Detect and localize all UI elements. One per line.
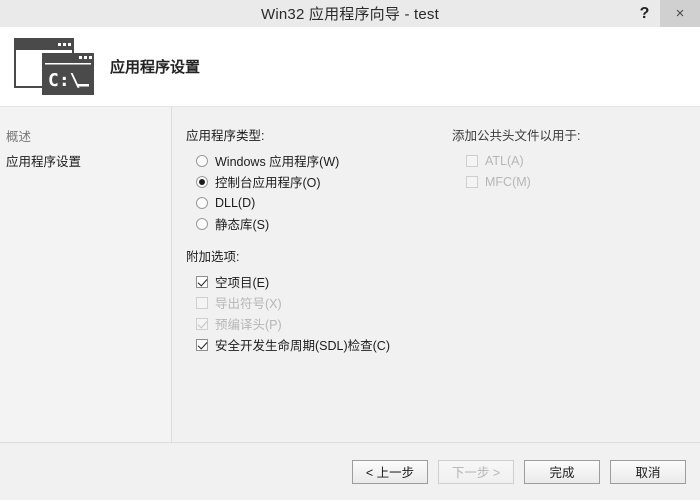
radio-console-application[interactable]: 控制台应用程序(O) xyxy=(196,171,448,192)
sidebar-item-overview[interactable]: 概述 xyxy=(0,125,171,150)
radio-static-library[interactable]: 静态库(S) xyxy=(196,213,448,234)
page-title: 应用程序设置 xyxy=(110,59,201,76)
radio-dll[interactable]: DLL(D) xyxy=(196,192,448,213)
checkbox-label: ATL(A) xyxy=(485,153,524,168)
checkbox-indicator xyxy=(466,154,478,167)
additional-options-group: 空项目(E) 导出符号(X) 预编译头(P) 安全开发生命周期(SDL)检查(C… xyxy=(196,271,448,355)
app-type-radio-group: Windows 应用程序(W) 控制台应用程序(O) DLL(D) 静态库(S) xyxy=(196,150,448,234)
radio-label: DLL(D) xyxy=(215,195,256,210)
checkbox-label: 安全开发生命周期(SDL)检查(C) xyxy=(215,339,390,353)
checkbox-mfc: MFC(M) xyxy=(466,171,684,192)
checkbox-sdl-checks[interactable]: 安全开发生命周期(SDL)检查(C) xyxy=(196,334,448,355)
right-column: 添加公共头文件以用于: ATL(A) MFC(M) xyxy=(448,125,684,442)
radio-indicator xyxy=(196,196,208,209)
previous-button[interactable]: < 上一步 xyxy=(352,459,428,484)
additional-options-label: 附加选项: xyxy=(186,250,240,264)
radio-indicator xyxy=(196,217,208,230)
common-headers-group: ATL(A) MFC(M) xyxy=(466,150,684,192)
help-icon[interactable]: ? xyxy=(629,0,660,27)
wizard-window: Win32 应用程序向导 - test ? × C:\ 应用程序设置 概述 应用… xyxy=(0,0,700,500)
close-icon[interactable]: × xyxy=(660,0,700,27)
next-button: 下一步 > xyxy=(438,459,514,484)
radio-indicator xyxy=(196,154,208,167)
radio-label: 控制台应用程序(O) xyxy=(215,176,321,190)
radio-label: 静态库(S) xyxy=(215,218,270,232)
checkbox-indicator xyxy=(196,338,208,351)
sidebar-item-application-settings[interactable]: 应用程序设置 xyxy=(0,150,171,175)
console-window-icon: C:\ xyxy=(12,36,98,98)
checkbox-indicator xyxy=(466,175,478,188)
left-column: 应用程序类型: Windows 应用程序(W) 控制台应用程序(O) DLL(D… xyxy=(186,125,448,442)
radio-label: Windows 应用程序(W) xyxy=(215,155,340,169)
title-bar: Win32 应用程序向导 - test ? × xyxy=(0,0,700,27)
checkbox-indicator xyxy=(196,296,208,309)
cancel-button[interactable]: 取消 xyxy=(610,459,686,484)
window-title: Win32 应用程序向导 - test xyxy=(261,6,439,23)
common-headers-label: 添加公共头文件以用于: xyxy=(452,129,581,143)
checkbox-indicator xyxy=(196,317,208,330)
checkbox-label: 预编译头(P) xyxy=(215,318,282,332)
wizard-header: C:\ 应用程序设置 xyxy=(0,27,700,107)
checkbox-precompiled-header: 预编译头(P) xyxy=(196,313,448,334)
settings-panel: 应用程序类型: Windows 应用程序(W) 控制台应用程序(O) DLL(D… xyxy=(172,107,700,442)
wizard-footer: < 上一步 下一步 > 完成 取消 xyxy=(0,442,700,500)
wizard-sidebar: 概述 应用程序设置 xyxy=(0,107,172,442)
svg-text:C:\: C:\ xyxy=(48,70,81,91)
checkbox-export-symbols: 导出符号(X) xyxy=(196,292,448,313)
checkbox-label: 导出符号(X) xyxy=(215,297,282,311)
app-type-label: 应用程序类型: xyxy=(186,129,265,143)
checkbox-atl: ATL(A) xyxy=(466,150,684,171)
checkbox-indicator xyxy=(196,275,208,288)
checkbox-label: 空项目(E) xyxy=(215,276,270,290)
radio-windows-application[interactable]: Windows 应用程序(W) xyxy=(196,150,448,171)
radio-indicator xyxy=(196,175,208,188)
checkbox-label: MFC(M) xyxy=(485,174,531,189)
finish-button[interactable]: 完成 xyxy=(524,459,600,484)
window-controls: ? × xyxy=(629,0,700,27)
checkbox-empty-project[interactable]: 空项目(E) xyxy=(196,271,448,292)
wizard-body: 概述 应用程序设置 应用程序类型: Windows 应用程序(W) 控制台应用程… xyxy=(0,107,700,442)
